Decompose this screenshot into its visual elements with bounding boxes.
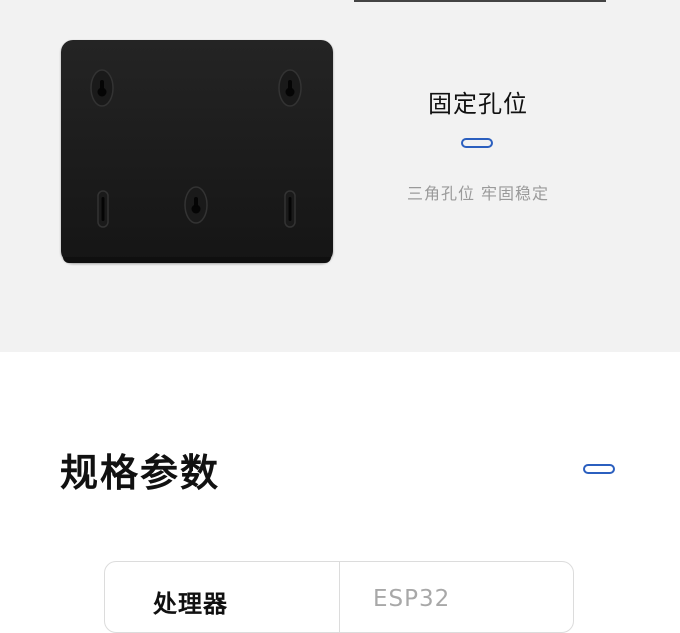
- plate-edge: [63, 257, 331, 263]
- feature-section: 固定孔位 三角孔位 牢固稳定: [0, 0, 680, 352]
- specs-table: 处理器 ESP32: [104, 561, 574, 633]
- divider-line: [354, 0, 606, 2]
- spec-label: 处理器: [153, 590, 228, 618]
- slot-icon: [97, 190, 109, 228]
- accent-pill-icon: [461, 138, 493, 148]
- mounting-plate-image: [61, 40, 333, 263]
- keyhole-icon: [278, 69, 302, 107]
- spec-label-cell: 处理器: [105, 562, 339, 632]
- specs-heading: 规格参数: [60, 451, 221, 495]
- accent-pill-icon: [583, 464, 615, 474]
- feature-subtitle: 三角孔位 牢固稳定: [406, 184, 550, 203]
- table-divider: [339, 562, 340, 632]
- feature-title: 固定孔位: [428, 90, 528, 118]
- slot-icon: [284, 190, 296, 228]
- spec-value: ESP32: [373, 586, 451, 612]
- keyhole-icon: [184, 186, 208, 224]
- keyhole-icon: [90, 69, 114, 107]
